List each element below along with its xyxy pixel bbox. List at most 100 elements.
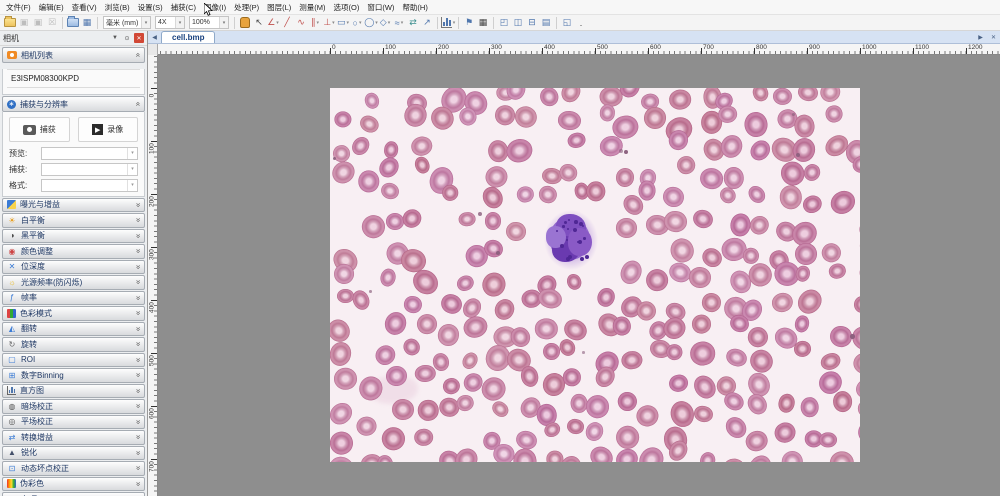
expand-icon[interactable]: » [134, 466, 142, 470]
select-tool-icon[interactable]: ↖ [253, 16, 266, 29]
menu-item-2[interactable]: 编辑(E) [35, 0, 68, 15]
calibration-icon[interactable]: ⇄ [407, 16, 420, 29]
pin-icon[interactable]: ⊙ [122, 33, 132, 43]
panel-header-black-balance[interactable]: ◑黑平衡» [2, 229, 145, 244]
menu-item-10[interactable]: 测量(M) [295, 0, 329, 15]
expand-icon[interactable]: » [134, 373, 142, 377]
magnification-select[interactable]: 4X▾ [155, 16, 185, 29]
panel-header-dark-field[interactable]: ◍暗场校正» [2, 399, 145, 414]
expand-icon[interactable]: » [134, 358, 142, 362]
expand-icon[interactable]: » [134, 435, 142, 439]
panel-header-pseudo-color[interactable]: 伪彩色» [2, 477, 145, 492]
menu-item-3[interactable]: 查看(V) [68, 0, 101, 15]
expand-icon[interactable]: » [134, 234, 142, 238]
panel-header-histogram[interactable]: 直方图» [2, 384, 145, 399]
arrange-icons-icon[interactable]: ▤ [540, 16, 553, 29]
perpendicular-tool-icon[interactable]: ⊥▾ [323, 16, 336, 29]
unit-select[interactable]: 毫米 (mm)▾ [103, 16, 151, 29]
tile-horizontal-icon[interactable]: ◫ [512, 16, 525, 29]
panel-header-misc[interactable]: ∗杂项» [2, 492, 145, 496]
expand-icon[interactable]: » [134, 218, 142, 222]
rectangle-tool-icon[interactable]: ▭▾ [337, 16, 350, 29]
tile-vertical-icon[interactable]: ⊟ [526, 16, 539, 29]
panel-header-conversion-gain[interactable]: ⇄转换增益» [2, 430, 145, 445]
parallel-tool-icon[interactable]: ∥▾ [309, 16, 322, 29]
preview-select[interactable]: ▾ [41, 147, 138, 160]
camera-list-item[interactable]: E3ISPM08300KPD [7, 69, 140, 88]
flag-icon[interactable]: ⚑ [463, 16, 476, 29]
open-file-icon[interactable] [4, 16, 17, 29]
close-sidebar-button[interactable]: ✕ [134, 33, 144, 43]
expand-icon[interactable]: » [134, 296, 142, 300]
browse-folder-icon[interactable] [67, 16, 80, 29]
expand-icon[interactable]: » [134, 404, 142, 408]
tab-scroll-left-icon[interactable]: ◀ [148, 31, 161, 43]
angle-tool-icon[interactable]: ∠▾ [267, 16, 280, 29]
panel-header-sharpen[interactable]: ▲锐化» [2, 446, 145, 461]
capture-select[interactable]: ▾ [41, 163, 138, 176]
panel-header-defect-correction[interactable]: ⊡动态坏点校正» [2, 461, 145, 476]
save-icon[interactable]: ▣ [18, 16, 31, 29]
panel-header-color-adjust[interactable]: ◉颜色调整» [2, 244, 145, 259]
panel-header-rotate[interactable]: ↻旋转» [2, 337, 145, 352]
overflow-dot[interactable]: . [575, 16, 588, 29]
polyline-tool-icon[interactable]: ≈▾ [393, 16, 406, 29]
tab-scroll-right-icon[interactable]: ▶ [974, 31, 987, 43]
menu-item-11[interactable]: 选项(O) [330, 0, 364, 15]
record-button[interactable]: ▶ 录像 [78, 117, 139, 142]
panel-header-white-balance[interactable]: ☀白平衡» [2, 213, 145, 228]
panel-header-exposure-gain[interactable]: 曝光与增益» [2, 198, 145, 213]
expand-icon[interactable]: » [134, 203, 142, 207]
grid-icon[interactable]: ▦ [477, 16, 490, 29]
image-canvas[interactable] [158, 55, 1000, 496]
panel-header-color-mode[interactable]: 色彩模式» [2, 306, 145, 321]
panel-header-frame-rate[interactable]: ƒ帧率» [2, 291, 145, 306]
specimen-image[interactable] [330, 88, 860, 462]
panel-header-flat-field[interactable]: ◎平场校正» [2, 415, 145, 430]
dropdown-icon[interactable]: ▼ [110, 33, 120, 43]
chevron-down-icon[interactable]: ▾ [219, 17, 228, 28]
panel-header-capture-resolution[interactable]: ∗ 捕获与分辨率 » [2, 96, 145, 112]
tab-close-icon[interactable]: ✕ [987, 31, 1000, 43]
menu-item-5[interactable]: 设置(S) [134, 0, 167, 15]
chevron-down-icon[interactable]: ▾ [127, 164, 137, 175]
polygon-tool-icon[interactable]: ◇▾ [379, 16, 392, 29]
expand-icon[interactable]: » [134, 327, 142, 331]
panel-header-roi[interactable]: ▢ROI» [2, 353, 145, 368]
capture-button[interactable]: 捕获 [9, 117, 70, 142]
panel-header-bit-depth[interactable]: ✕位深度» [2, 260, 145, 275]
line-tool-icon[interactable]: ╱ [281, 16, 294, 29]
panel-header-flip[interactable]: ◭翻转» [2, 322, 145, 337]
expand-icon[interactable]: » [134, 451, 142, 455]
pan-tool-icon[interactable] [239, 16, 252, 29]
new-window-icon[interactable]: ◱ [561, 16, 574, 29]
menu-item-9[interactable]: 图层(L) [263, 0, 295, 15]
chevron-down-icon[interactable]: ▾ [127, 180, 137, 191]
menu-item-6[interactable]: 捕获(C) [167, 0, 200, 15]
panel-header-binning[interactable]: ⊞数字Binning» [2, 368, 145, 383]
expand-icon[interactable]: » [134, 249, 142, 253]
expand-icon[interactable]: » [134, 342, 142, 346]
chevron-down-icon[interactable]: ▾ [141, 17, 150, 28]
circle-tool-icon[interactable]: ◯▾ [365, 16, 378, 29]
ellipse-tool-icon[interactable]: ○▾ [351, 16, 364, 29]
menu-item-13[interactable]: 帮助(H) [398, 0, 431, 15]
expand-icon[interactable]: » [134, 311, 142, 315]
panel-header-camera-list[interactable]: 相机列表 » [2, 47, 145, 63]
close-file-icon[interactable]: ☒ [46, 16, 59, 29]
scatter-chart-icon[interactable]: ▾ [442, 16, 455, 29]
thumbnails-icon[interactable]: ▦ [81, 16, 94, 29]
expand-icon[interactable]: » [134, 420, 142, 424]
arrow-tool-icon[interactable]: ↗ [421, 16, 434, 29]
menu-item-4[interactable]: 浏览(B) [101, 0, 134, 15]
collapse-icon[interactable]: » [134, 53, 142, 57]
expand-icon[interactable]: » [134, 389, 142, 393]
cascade-windows-icon[interactable]: ◰ [498, 16, 511, 29]
expand-icon[interactable]: » [134, 280, 142, 284]
collapse-icon[interactable]: » [134, 102, 142, 106]
curve-tool-icon[interactable]: ∿ [295, 16, 308, 29]
expand-icon[interactable]: » [134, 265, 142, 269]
chevron-down-icon[interactable]: ▾ [175, 17, 184, 28]
panel-header-light-frequency[interactable]: ☼光源频率(防闪烁)» [2, 275, 145, 290]
menu-item-12[interactable]: 窗口(W) [363, 0, 398, 15]
